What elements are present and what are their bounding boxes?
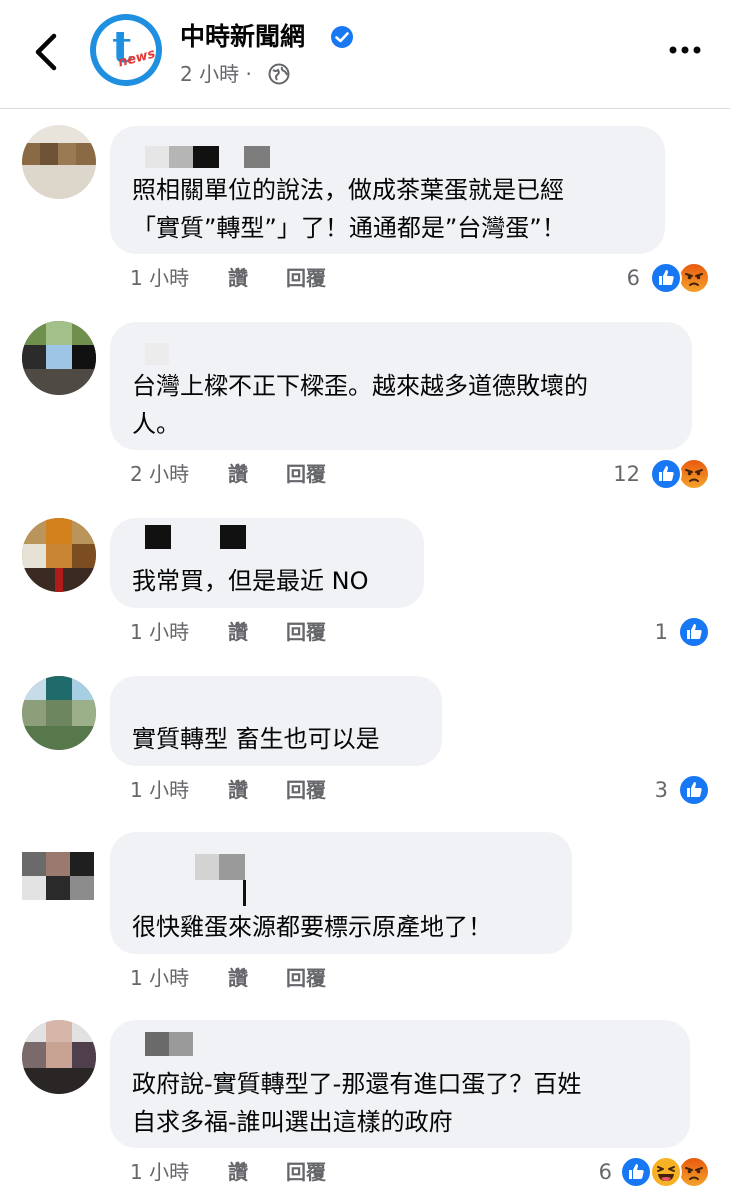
like-icon bbox=[678, 616, 710, 648]
like-button[interactable]: 讚 bbox=[228, 776, 248, 804]
commenter-avatar[interactable] bbox=[22, 832, 94, 904]
reaction-count[interactable]: 6 bbox=[562, 1158, 612, 1186]
post-header: t news 中時新聞網 2 小時 · bbox=[0, 0, 730, 109]
comment-text: 照相關單位的說法，做成茶葉蛋就是已經 bbox=[132, 176, 564, 204]
like-icon bbox=[650, 262, 682, 294]
globe-icon bbox=[268, 63, 290, 85]
more-options-icon[interactable] bbox=[668, 40, 702, 60]
commenter-avatar[interactable] bbox=[22, 1020, 96, 1094]
comment-text: 我常買，但是最近 NO bbox=[132, 567, 369, 595]
reaction-count[interactable]: 12 bbox=[590, 460, 640, 488]
comment-time: 1 小時 bbox=[130, 966, 190, 990]
page-logo[interactable]: t news bbox=[90, 14, 162, 86]
reply-button[interactable]: 回覆 bbox=[286, 264, 326, 292]
reply-button[interactable]: 回覆 bbox=[286, 964, 326, 992]
post-timestamp: 2 小時 · bbox=[180, 62, 252, 86]
comment-text: 政府說-實質轉型了-那還有進口蛋了？百姓 bbox=[132, 1070, 582, 1098]
reaction-count[interactable]: 3 bbox=[618, 776, 668, 804]
like-button[interactable]: 讚 bbox=[228, 264, 248, 292]
comment-text: 自求多福-誰叫選出這樣的政府 bbox=[132, 1108, 453, 1136]
reply-button[interactable]: 回覆 bbox=[286, 1158, 326, 1186]
commenter-avatar[interactable] bbox=[22, 518, 96, 592]
comment-text: 實質轉型 畜生也可以是 bbox=[132, 725, 380, 753]
comment-time: 1 小時 bbox=[130, 1160, 190, 1184]
like-button[interactable]: 讚 bbox=[228, 964, 248, 992]
like-button[interactable]: 讚 bbox=[228, 460, 248, 488]
reply-button[interactable]: 回覆 bbox=[286, 618, 326, 646]
comment-time: 2 小時 bbox=[130, 462, 190, 486]
page-name[interactable]: 中時新聞網 bbox=[180, 20, 305, 54]
comment-text: 人。 bbox=[132, 410, 180, 438]
like-icon bbox=[650, 458, 682, 490]
logo-inner: t news bbox=[96, 20, 157, 80]
angry-icon bbox=[678, 458, 710, 490]
commenter-avatar[interactable] bbox=[22, 321, 96, 395]
reaction-count[interactable]: 1 bbox=[618, 618, 668, 646]
like-button[interactable]: 讚 bbox=[228, 1158, 248, 1186]
commenter-avatar[interactable] bbox=[22, 676, 96, 750]
reply-button[interactable]: 回覆 bbox=[286, 460, 326, 488]
like-button[interactable]: 讚 bbox=[228, 618, 248, 646]
comment-text: 台灣上樑不正下樑歪。越來越多道德敗壞的 bbox=[132, 372, 588, 400]
reply-button[interactable]: 回覆 bbox=[286, 776, 326, 804]
angry-icon bbox=[678, 262, 710, 294]
commenter-avatar[interactable] bbox=[22, 125, 96, 199]
like-icon bbox=[678, 774, 710, 806]
comment-time: 1 小時 bbox=[130, 266, 190, 290]
comment-text: 很快雞蛋來源都要標示原產地了！ bbox=[132, 913, 492, 941]
verified-badge-icon bbox=[331, 26, 353, 48]
haha-icon bbox=[650, 1156, 682, 1188]
comment-time: 1 小時 bbox=[130, 778, 190, 802]
angry-icon bbox=[678, 1156, 710, 1188]
like-icon bbox=[620, 1156, 652, 1188]
comment-text: 「實質”轉型”」了！通通都是”台灣蛋”！ bbox=[132, 214, 566, 242]
back-arrow-icon[interactable] bbox=[28, 30, 64, 74]
comment-time: 1 小時 bbox=[130, 620, 190, 644]
reaction-count[interactable]: 6 bbox=[590, 264, 640, 292]
